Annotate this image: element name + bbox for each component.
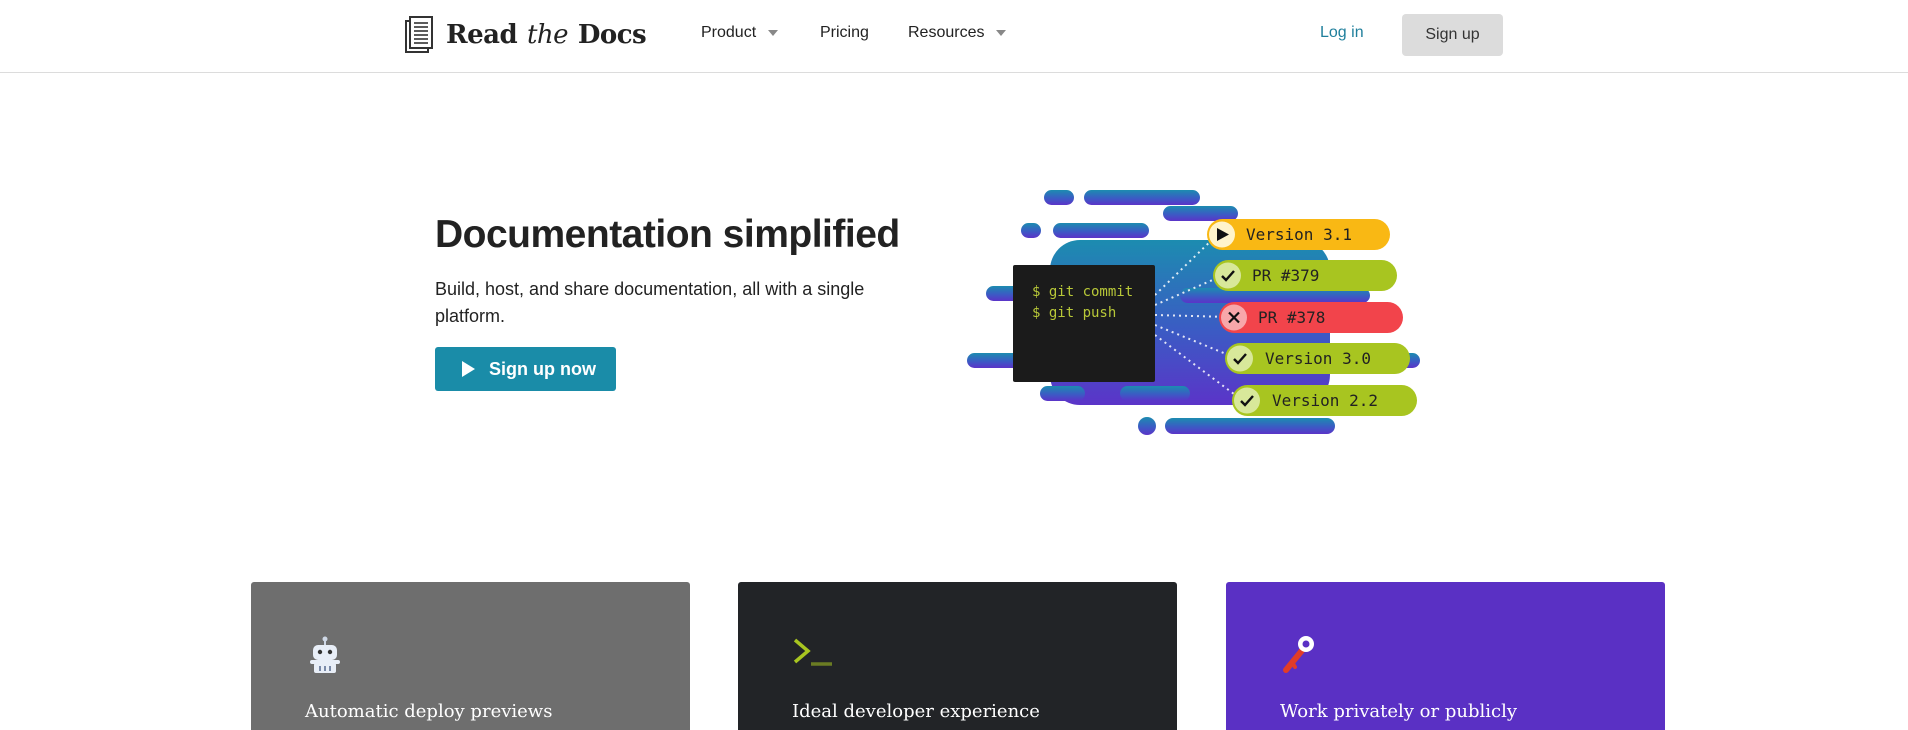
build-badge-label: Version 3.1 <box>1246 225 1352 244</box>
terminal-line-1: $ git commit <box>1032 284 1133 300</box>
top-navigation: Read the Docs Product Pricing Resources … <box>0 0 1908 73</box>
feature-card-title: Automatic deploy previews <box>305 701 553 722</box>
read-the-docs-logo[interactable]: Read the Docs <box>404 16 647 54</box>
feature-card-deploy-previews[interactable]: Automatic deploy previews <box>251 582 690 730</box>
feature-card-private-public[interactable]: Work privately or publicly <box>1226 582 1665 730</box>
chevron-down-icon <box>996 30 1007 36</box>
cta-label: Sign up now <box>489 358 596 379</box>
logo-word-docs: Docs <box>577 20 647 50</box>
logo-wordmark: Read the Docs <box>446 20 647 50</box>
nav-item-product[interactable]: Product <box>701 24 779 42</box>
signup-button[interactable]: Sign up <box>1402 14 1503 56</box>
hero-subtitle: Build, host, and share documentation, al… <box>435 279 865 326</box>
robot-icon <box>310 636 340 673</box>
chevron-down-icon <box>768 30 779 36</box>
sign-up-now-button[interactable]: Sign up now <box>435 347 616 391</box>
feature-card-title: Ideal developer experience <box>792 701 1040 722</box>
build-badge-label: PR #379 <box>1252 266 1319 285</box>
nav-item-resources[interactable]: Resources <box>908 24 1007 42</box>
nav-item-label: Pricing <box>820 24 869 41</box>
build-badge-label: PR #378 <box>1258 308 1325 327</box>
nav-item-pricing[interactable]: Pricing <box>820 24 869 42</box>
nav-item-label: Product <box>701 24 757 41</box>
feature-card-developer-experience[interactable]: Ideal developer experience <box>738 582 1177 730</box>
nav-item-label: Resources <box>908 24 985 41</box>
terminal-line-2: $ git push <box>1032 305 1116 321</box>
hero-title: Documentation simplified <box>435 213 900 256</box>
build-badge-label: Version 2.2 <box>1272 391 1378 410</box>
play-icon <box>462 361 475 377</box>
feature-card-title: Work privately or publicly <box>1280 701 1517 722</box>
login-link[interactable]: Log in <box>1320 24 1364 42</box>
logo-word-read: Read <box>446 20 518 50</box>
terminal-prompt-icon <box>793 638 832 666</box>
build-badge-version-2-2: Version 2.2 <box>1232 385 1417 416</box>
build-pipeline-illustration: $ git commit $ git push Version 3.1 PR #… <box>967 190 1420 435</box>
book-icon <box>405 16 433 53</box>
logo-word-the: the <box>526 20 569 50</box>
key-icon <box>1283 636 1314 673</box>
terminal-window: $ git commit $ git push <box>1013 265 1155 382</box>
build-badge-pr-379: PR #379 <box>1213 260 1397 291</box>
build-badge-version-3-1: Version 3.1 <box>1207 219 1390 250</box>
build-badge-pr-378: PR #378 <box>1219 302 1403 333</box>
build-badge-label: Version 3.0 <box>1265 349 1371 368</box>
build-badge-version-3-0: Version 3.0 <box>1225 343 1410 374</box>
